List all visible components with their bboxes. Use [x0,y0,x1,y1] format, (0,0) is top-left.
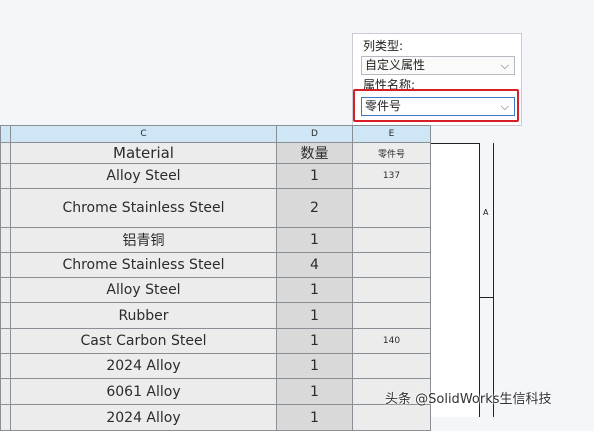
row-handle[interactable] [0,188,11,228]
row-handle[interactable] [0,252,11,278]
table-row[interactable]: Rubber 1 [0,302,431,329]
table-row[interactable]: 6061 Alloy 1 [0,378,431,405]
part-no-cell[interactable] [352,404,431,431]
bom-table-wrap: C D E Material 数量 零件号 Alloy Steel 1 137 Chr… [0,125,431,431]
material-cell[interactable]: Alloy Steel [10,277,277,303]
row-handle[interactable] [0,404,11,431]
qty-cell[interactable]: 2 [276,188,353,228]
row-handle[interactable] [0,328,11,354]
part-no-cell[interactable] [352,277,431,303]
material-cell[interactable]: Chrome Stainless Steel [10,252,277,278]
header-material[interactable]: Material [10,142,277,164]
table-row[interactable]: Alloy Steel 1 137 [0,163,431,189]
row-handle[interactable] [0,302,11,329]
frame-line [493,143,494,417]
part-no-cell[interactable] [352,252,431,278]
material-cell[interactable]: 铝青铜 [10,227,277,253]
column-type-select[interactable]: 自定义属性 ⌵ [361,56,515,75]
part-no-cell[interactable] [352,353,431,379]
qty-cell[interactable]: 1 [276,353,353,379]
material-cell[interactable]: Chrome Stainless Steel [10,188,277,228]
material-cell[interactable]: Cast Carbon Steel [10,328,277,354]
row-handle[interactable] [0,353,11,379]
qty-cell[interactable]: 1 [276,404,353,431]
column-letter-blank[interactable] [0,125,11,143]
frame-line [479,297,494,298]
frame-line [430,143,480,144]
table-row[interactable]: Chrome Stainless Steel 2 [0,188,431,228]
column-letter-d[interactable]: D [276,125,353,143]
table-row[interactable]: Chrome Stainless Steel 4 [0,252,431,278]
part-no-cell[interactable]: 140 [352,328,431,354]
zone-label: A [483,208,489,217]
header-qty[interactable]: 数量 [276,142,353,164]
drawing-frame [430,143,480,417]
column-letter-e[interactable]: E [352,125,431,143]
part-no-cell[interactable]: 137 [352,163,431,189]
header-part-no[interactable]: 零件号 [352,142,431,164]
row-handle[interactable] [0,378,11,405]
drawing-workspace: { "popup": { "column_type_label": "列类型:"… [0,0,594,431]
material-cell[interactable]: 6061 Alloy [10,378,277,405]
table-row[interactable]: Cast Carbon Steel 1 140 [0,328,431,354]
row-handle[interactable] [0,163,11,189]
material-cell[interactable]: 2024 Alloy [10,353,277,379]
frame-line [479,143,480,417]
row-handle[interactable] [0,227,11,253]
column-letter-c[interactable]: C [10,125,277,143]
bom-table[interactable]: C D E Material 数量 零件号 Alloy Steel 1 137 Chr… [0,125,431,431]
column-type-value: 自定义属性 [365,58,426,72]
table-row[interactable]: 2024 Alloy 1 [0,404,431,431]
watermark: 头条 @SolidWorks生信科技 [385,392,552,407]
qty-cell[interactable]: 1 [276,277,353,303]
part-no-cell[interactable] [352,302,431,329]
qty-cell[interactable]: 1 [276,227,353,253]
material-cell[interactable]: Rubber [10,302,277,329]
row-handle[interactable] [0,142,11,164]
row-handle[interactable] [0,277,11,303]
table-row[interactable]: Alloy Steel 1 [0,277,431,303]
material-cell[interactable]: Alloy Steel [10,163,277,189]
qty-cell[interactable]: 1 [276,302,353,329]
qty-cell[interactable]: 4 [276,252,353,278]
table-row[interactable]: 铝青铜 1 [0,227,431,253]
table-row[interactable]: 2024 Alloy 1 [0,353,431,379]
column-type-label: 列类型: [363,39,404,53]
qty-cell[interactable]: 1 [276,163,353,189]
qty-cell[interactable]: 1 [276,378,353,405]
material-cell[interactable]: 2024 Alloy [10,404,277,431]
qty-cell[interactable]: 1 [276,328,353,354]
highlight-box [353,89,519,122]
part-no-cell[interactable] [352,227,431,253]
chevron-down-icon: ⌵ [500,59,509,72]
part-no-cell[interactable] [352,188,431,228]
